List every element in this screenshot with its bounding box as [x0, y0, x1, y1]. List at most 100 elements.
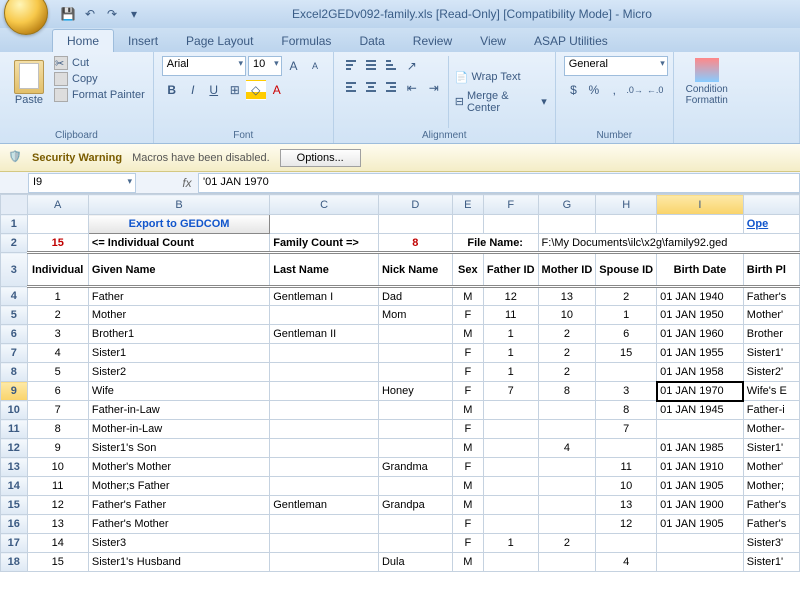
tab-insert[interactable]: Insert [114, 30, 172, 52]
number-label: Number [564, 128, 665, 141]
font-group: Arial 10 A A B I U ⊞ ◇ A Font [154, 52, 334, 143]
comma-format-button[interactable]: , [605, 80, 624, 100]
merge-center-button[interactable]: ⊟Merge & Center ▾ [455, 90, 547, 114]
tab-asap[interactable]: ASAP Utilities [520, 30, 622, 52]
formula-bar: I9 fx '01 JAN 1970 [0, 172, 800, 194]
tab-formulas[interactable]: Formulas [267, 30, 345, 52]
export-gedcom-button[interactable]: Export to GEDCOM [88, 215, 269, 234]
tab-home[interactable]: Home [52, 29, 114, 52]
borders-button[interactable]: ⊞ [225, 80, 245, 100]
data-row[interactable]: 1714Sister3F12Sister3' [1, 534, 800, 553]
data-row[interactable]: 118Mother-in-LawF7Mother- [1, 420, 800, 439]
col-header-D[interactable]: D [378, 195, 452, 215]
spreadsheet-grid[interactable]: A B C D E F G H I 1 Export to GEDCOM Ope… [0, 194, 800, 572]
individual-count[interactable]: 15 [27, 234, 88, 253]
align-center-button[interactable] [362, 78, 380, 96]
window-title: Excel2GEDv092-family.xls [Read-Only] [Co… [144, 7, 800, 21]
decrease-indent-button[interactable]: ⇤ [402, 78, 422, 98]
decrease-font-icon[interactable]: A [305, 56, 325, 76]
align-bottom-button[interactable] [382, 56, 400, 74]
decrease-decimal-button[interactable]: ←.0 [645, 80, 664, 100]
col-header-E[interactable]: E [452, 195, 483, 215]
header-row[interactable]: 3 Individual Given Name Last Name Nick N… [1, 253, 800, 287]
wrap-text-button[interactable]: 📄Wrap Text [455, 71, 547, 84]
data-row[interactable]: 1613Father's MotherF1201 JAN 1905Father'… [1, 515, 800, 534]
font-size-combo[interactable]: 10 [248, 56, 282, 76]
font-color-button[interactable]: A [267, 80, 287, 100]
security-title: Security Warning [32, 152, 122, 164]
data-row[interactable]: 63Brother1Gentleman IIM12601 JAN 1960Bro… [1, 325, 800, 344]
data-row[interactable]: 1815Sister1's HusbandDulaM4Sister1' [1, 553, 800, 572]
conditional-formatting-button[interactable]: Condition Formattin [682, 56, 732, 141]
data-row[interactable]: 1411Mother;s FatherM1001 JAN 1905Mother; [1, 477, 800, 496]
col-header-C[interactable]: C [270, 195, 379, 215]
file-name-cell[interactable]: F:\My Documents\ilc\x2g\family92.ged [538, 234, 799, 253]
format-painter-button[interactable]: Format Painter [54, 88, 145, 102]
accounting-format-button[interactable]: $ [564, 80, 583, 100]
scissors-icon: ✂ [54, 56, 68, 70]
quick-access-toolbar: 💾 ↶ ↷ ▾ [58, 4, 144, 24]
data-row[interactable]: 1512Father's FatherGentlemanGrandpaM1301… [1, 496, 800, 515]
shield-icon: 🛡️ [8, 150, 22, 166]
col-header-A[interactable]: A [27, 195, 88, 215]
data-row[interactable]: 96WifeHoneyF78301 JAN 1970Wife's E [1, 382, 800, 401]
underline-button[interactable]: U [204, 80, 224, 100]
italic-button[interactable]: I [183, 80, 203, 100]
data-row[interactable]: 41FatherGentleman IDadM1213201 JAN 1940F… [1, 287, 800, 306]
font-name-combo[interactable]: Arial [162, 56, 246, 76]
col-header-G[interactable]: G [538, 195, 596, 215]
undo-icon[interactable]: ↶ [80, 4, 100, 24]
data-row[interactable]: 129Sister1's SonM401 JAN 1985Sister1' [1, 439, 800, 458]
bold-button[interactable]: B [162, 80, 182, 100]
data-row[interactable]: 1310Mother's MotherGrandmaF1101 JAN 1910… [1, 458, 800, 477]
conditional-format-icon [695, 58, 719, 82]
row-1[interactable]: 1 Export to GEDCOM Ope [1, 215, 800, 234]
row-2[interactable]: 2 15 <= Individual Count Family Count =>… [1, 234, 800, 253]
name-box[interactable]: I9 [28, 173, 136, 193]
number-format-combo[interactable]: General [564, 56, 668, 76]
open-link[interactable]: Ope [743, 215, 799, 234]
merge-icon: ⊟ [455, 95, 464, 108]
fill-color-button[interactable]: ◇ [246, 80, 266, 100]
family-count[interactable]: 8 [378, 234, 452, 253]
security-warning-bar: 🛡️ Security Warning Macros have been dis… [0, 144, 800, 172]
align-right-button[interactable] [382, 78, 400, 96]
align-left-button[interactable] [342, 78, 360, 96]
col-header-F[interactable]: F [483, 195, 538, 215]
save-icon[interactable]: 💾 [58, 4, 78, 24]
clipboard-label: Clipboard [8, 128, 145, 141]
data-row[interactable]: 74Sister1F121501 JAN 1955Sister1' [1, 344, 800, 363]
tab-page-layout[interactable]: Page Layout [172, 30, 267, 52]
increase-font-icon[interactable]: A [284, 56, 304, 76]
ribbon: Paste ✂Cut Copy Format Painter Clipboard… [0, 52, 800, 144]
col-header-J[interactable] [743, 195, 799, 215]
col-header-B[interactable]: B [88, 195, 269, 215]
data-row[interactable]: 52MotherMomF1110101 JAN 1950Mother' [1, 306, 800, 325]
increase-indent-button[interactable]: ⇥ [424, 78, 444, 98]
align-middle-button[interactable] [362, 56, 380, 74]
clipboard-icon [14, 60, 44, 94]
fx-icon[interactable]: fx [176, 176, 198, 190]
orientation-button[interactable]: ↗ [402, 56, 422, 76]
font-label: Font [162, 128, 325, 141]
styles-group: Condition Formattin [674, 52, 800, 143]
qat-more-icon[interactable]: ▾ [124, 4, 144, 24]
col-header-I[interactable]: I [657, 195, 744, 215]
data-row[interactable]: 85Sister2F1201 JAN 1958Sister2' [1, 363, 800, 382]
cut-button[interactable]: ✂Cut [54, 56, 145, 70]
align-top-button[interactable] [342, 56, 360, 74]
redo-icon[interactable]: ↷ [102, 4, 122, 24]
percent-format-button[interactable]: % [584, 80, 603, 100]
formula-input[interactable]: '01 JAN 1970 [198, 173, 800, 193]
select-all-corner[interactable] [1, 195, 28, 215]
security-message: Macros have been disabled. [132, 152, 270, 164]
tab-data[interactable]: Data [345, 30, 398, 52]
security-options-button[interactable]: Options... [280, 149, 361, 167]
increase-decimal-button[interactable]: .0→ [625, 80, 644, 100]
tab-review[interactable]: Review [399, 30, 466, 52]
paste-button[interactable]: Paste [8, 56, 50, 128]
copy-button[interactable]: Copy [54, 72, 145, 86]
col-header-H[interactable]: H [596, 195, 657, 215]
tab-view[interactable]: View [466, 30, 520, 52]
data-row[interactable]: 107Father-in-LawM801 JAN 1945Father-i [1, 401, 800, 420]
